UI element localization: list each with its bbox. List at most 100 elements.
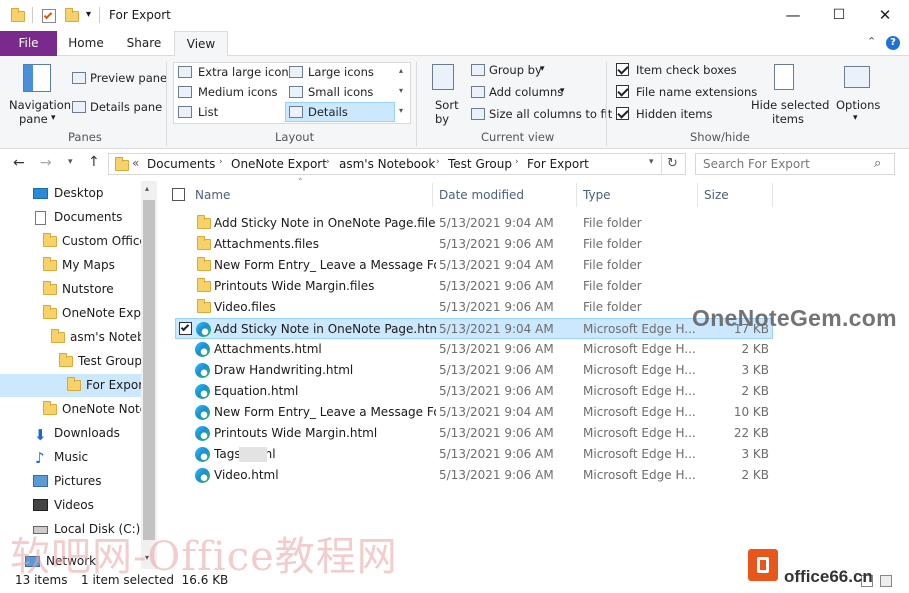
layout-medium-icons[interactable]: Medium icons	[198, 85, 277, 99]
properties-icon[interactable]	[42, 9, 56, 23]
file-row[interactable]: Draw Handwriting.html 5/13/2021 9:06 AM …	[175, 360, 773, 381]
folder-icon	[43, 233, 57, 247]
file-row[interactable]: Attachments.html 5/13/2021 9:06 AM Micro…	[175, 339, 773, 360]
group-by-button[interactable]: Group by	[489, 63, 542, 77]
quick-access-dropdown-icon[interactable]: ▾	[86, 9, 91, 20]
details-pane-button[interactable]: Details pane	[90, 100, 162, 114]
nav-item-label: OneNote Note	[62, 402, 141, 416]
collapse-ribbon-icon[interactable]: ⌃	[867, 35, 876, 48]
nav-item-test-group[interactable]: Test Group	[59, 350, 141, 373]
recent-locations-icon[interactable]: ▾	[68, 157, 73, 167]
row-checkbox[interactable]	[179, 322, 192, 335]
breadcrumb-overflow[interactable]: «	[132, 156, 139, 170]
edge-html-icon	[196, 322, 211, 337]
nav-item-music[interactable]: ♪ Music	[33, 446, 141, 469]
file-name: Attachments.html	[214, 342, 322, 356]
maximize-button[interactable]: ☐	[816, 0, 862, 31]
close-button[interactable]: ✕	[862, 0, 908, 31]
scroll-up-icon[interactable]: ▴	[399, 66, 403, 75]
forward-icon[interactable]: →	[40, 155, 52, 171]
nav-item-nutstore[interactable]: Nutstore	[43, 278, 141, 301]
file-row-selected[interactable]: Add Sticky Note in OneNote Page.html 5/1…	[175, 318, 773, 339]
navigation-pane-button[interactable]: Navigation pane ▾	[8, 60, 71, 128]
layout-list[interactable]: List	[198, 105, 218, 119]
file-row[interactable]: Printouts Wide Margin.files 5/13/2021 9:…	[175, 276, 773, 297]
nav-scrollbar-thumb[interactable]	[143, 200, 155, 540]
column-header-name[interactable]: Name	[195, 188, 230, 202]
chevron-right-icon[interactable]: ›	[219, 157, 223, 167]
layout-extra-large-icons[interactable]: Extra large icons	[198, 65, 295, 79]
help-icon[interactable]: ?	[886, 36, 900, 50]
file-row[interactable]: Video.html 5/13/2021 9:06 AM Microsoft E…	[175, 465, 773, 486]
nav-item-label: Nutstore	[62, 282, 114, 296]
chevron-right-icon[interactable]: ›	[515, 157, 519, 167]
tab-share[interactable]: Share	[118, 31, 170, 56]
nav-item-my-maps[interactable]: My Maps	[43, 254, 141, 277]
file-name-extensions-checkbox[interactable]	[616, 85, 629, 98]
nav-item-videos[interactable]: Videos	[33, 494, 141, 517]
nav-item-onenote-export[interactable]: OneNote Expo	[43, 302, 141, 325]
column-divider[interactable]	[432, 183, 433, 207]
breadcrumb-onenote-export[interactable]: OneNote Export	[231, 157, 327, 171]
column-header-date[interactable]: Date modified	[439, 188, 524, 202]
scroll-up-icon[interactable]: ▴	[145, 184, 149, 193]
address-dropdown-icon[interactable]: ▾	[649, 157, 654, 167]
up-icon[interactable]: ↑	[88, 154, 100, 170]
chevron-right-icon[interactable]: ›	[326, 157, 330, 167]
sort-by-button[interactable]: Sort by	[428, 60, 464, 126]
file-row[interactable]: Tags .html 5/13/2021 9:06 AM Microsoft E…	[175, 444, 773, 465]
file-row[interactable]: Printouts Wide Margin.html 5/13/2021 9:0…	[175, 423, 773, 444]
column-divider[interactable]	[576, 183, 577, 207]
scroll-down-icon[interactable]: ▾	[399, 86, 403, 95]
file-row[interactable]: Attachments.files 5/13/2021 9:06 AM File…	[175, 234, 773, 255]
layout-details[interactable]: Details	[308, 105, 348, 119]
back-icon[interactable]: ←	[13, 155, 25, 171]
add-columns-button[interactable]: Add columns	[489, 85, 563, 99]
column-divider[interactable]	[697, 183, 698, 207]
minimize-button[interactable]: —	[770, 0, 816, 31]
breadcrumb-test-group[interactable]: Test Group	[448, 157, 512, 171]
nav-item-custom-office[interactable]: Custom Office	[43, 230, 141, 253]
column-divider[interactable]	[772, 183, 773, 207]
nav-item-onenote-notebooks[interactable]: OneNote Note	[43, 398, 141, 421]
hide-selected-items-button[interactable]: Hide selected items	[750, 60, 829, 126]
select-all-checkbox[interactable]	[172, 188, 185, 201]
search-box[interactable]: Search For Export ⌕	[695, 153, 895, 175]
column-header-size[interactable]: Size	[704, 188, 729, 202]
address-bar[interactable]: « Documents › OneNote Export › asm's Not…	[108, 153, 686, 175]
refresh-icon[interactable]: ↻	[667, 156, 678, 171]
file-row[interactable]: New Form Entry_ Leave a Message For... 5…	[175, 255, 773, 276]
nav-item-for-export[interactable]: For Export	[67, 374, 141, 397]
breadcrumb-notebook[interactable]: asm's Notebook	[339, 157, 435, 171]
nav-item-notebook[interactable]: asm's Notebo	[51, 326, 141, 349]
nav-item-label: Pictures	[54, 474, 102, 488]
layout-large-icons[interactable]: Large icons	[308, 65, 374, 79]
nav-item-documents[interactable]: Documents	[33, 206, 141, 229]
file-row[interactable]: Add Sticky Note in OneNote Page.files 5/…	[175, 213, 773, 234]
extra-large-icons-icon	[178, 66, 192, 78]
size-all-columns-button[interactable]: Size all columns to fit	[489, 107, 612, 121]
file-row[interactable]: Equation.html 5/13/2021 9:06 AM Microsof…	[175, 381, 773, 402]
file-row[interactable]: Video.files 5/13/2021 9:06 AM File folde…	[175, 297, 773, 318]
search-icon[interactable]: ⌕	[874, 156, 881, 171]
tab-view[interactable]: View	[174, 31, 228, 57]
column-header-type[interactable]: Type	[583, 188, 611, 202]
file-row[interactable]: New Form Entry_ Leave a Message For... 5…	[175, 402, 773, 423]
search-input[interactable]: Search For Export	[703, 157, 810, 171]
new-folder-icon[interactable]	[65, 8, 79, 22]
tab-file[interactable]: File	[0, 31, 57, 56]
item-check-boxes-checkbox[interactable]	[616, 63, 629, 76]
expand-gallery-icon[interactable]: ▾	[399, 106, 403, 115]
tab-home[interactable]: Home	[60, 31, 112, 56]
layout-small-icons[interactable]: Small icons	[308, 85, 373, 99]
nav-item-desktop[interactable]: Desktop	[33, 182, 141, 205]
sort-label: Sort	[435, 98, 459, 112]
breadcrumb-for-export[interactable]: For Export	[527, 157, 589, 171]
nav-item-downloads[interactable]: ⬇ Downloads	[33, 422, 141, 445]
nav-item-pictures[interactable]: Pictures	[33, 470, 141, 493]
hidden-items-checkbox[interactable]	[616, 107, 629, 120]
options-button[interactable]: Options ▾	[832, 60, 884, 126]
chevron-right-icon[interactable]: ›	[436, 157, 440, 167]
preview-pane-button[interactable]: Preview pane	[90, 71, 167, 85]
breadcrumb-documents[interactable]: Documents	[147, 157, 215, 171]
